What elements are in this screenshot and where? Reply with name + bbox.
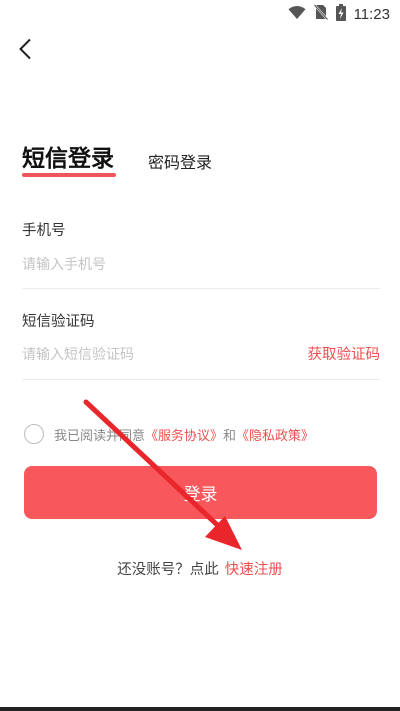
tab-password-login[interactable]: 密码登录	[148, 152, 212, 174]
tab-sms-login[interactable]: 短信登录	[22, 144, 114, 174]
register-prompt: 还没账号？点此	[117, 562, 219, 578]
agreement-and: 和	[223, 428, 237, 444]
quick-register-link[interactable]: 快速注册	[225, 562, 283, 578]
register-row: 还没账号？点此 快速注册	[0, 560, 400, 580]
privacy-policy-link[interactable]: 《隐私政策》	[236, 425, 314, 444]
wifi-icon	[288, 5, 306, 24]
phone-divider	[22, 288, 380, 289]
no-sim-icon	[313, 4, 328, 24]
code-label: 短信验证码	[22, 314, 95, 330]
phone-input[interactable]	[22, 253, 292, 277]
login-button[interactable]: 登录	[24, 466, 377, 519]
code-divider	[22, 379, 380, 380]
status-icons: 11:23	[288, 3, 390, 25]
status-time: 11:23	[353, 5, 390, 23]
agree-checkbox[interactable]	[24, 424, 44, 444]
battery-charging-icon	[335, 3, 346, 25]
agreement-row: 我已阅读并同意 《服务协议》 和 《隐私政策》	[24, 423, 314, 445]
chevron-left-icon	[18, 38, 32, 64]
bottom-edge	[0, 707, 400, 711]
active-tab-indicator	[22, 173, 116, 177]
sms-code-input[interactable]	[22, 343, 292, 367]
phone-label: 手机号	[22, 223, 66, 239]
service-agreement-link[interactable]: 《服务协议》	[145, 425, 223, 444]
back-button[interactable]	[10, 36, 40, 66]
status-bar: 11:23	[0, 0, 400, 28]
get-code-button[interactable]: 获取验证码	[308, 345, 381, 365]
agreement-prefix: 我已阅读并同意	[54, 428, 146, 444]
